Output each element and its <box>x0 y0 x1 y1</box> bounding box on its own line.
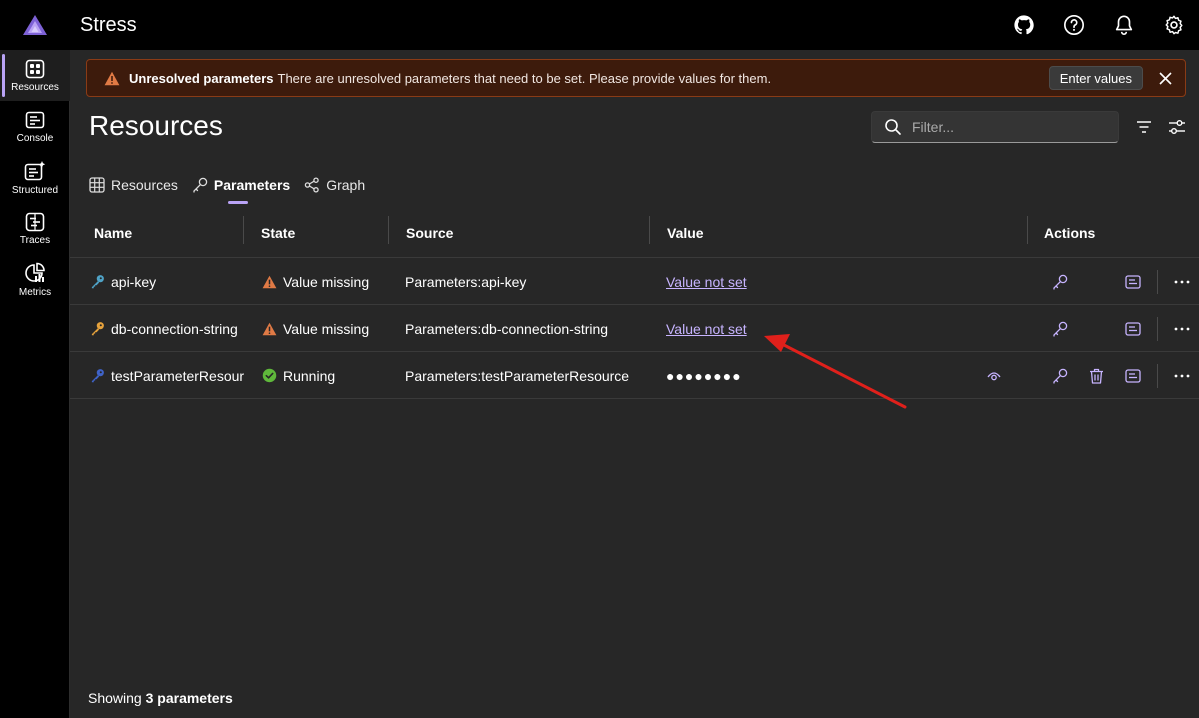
table-row: db-connection-string Value missing Param… <box>70 305 1199 352</box>
key-icon <box>89 321 105 337</box>
tab-label: Parameters <box>213 177 291 193</box>
enter-values-button[interactable]: Enter values <box>1048 66 1143 90</box>
tab-resources[interactable]: Resources <box>89 170 178 200</box>
sidebar-item-traces[interactable]: Traces <box>0 203 70 254</box>
grid-icon <box>25 59 45 78</box>
table-row: api-key Value missing Parameters:api-key… <box>70 258 1199 305</box>
gear-icon[interactable] <box>1149 0 1199 50</box>
warning-icon <box>103 69 121 87</box>
warning-icon <box>261 321 277 337</box>
metrics-icon <box>25 262 45 282</box>
key-icon <box>89 368 105 384</box>
tab-label: Resources <box>111 177 178 193</box>
sidebar-item-label: Structured <box>11 184 59 196</box>
sidebar-item-metrics[interactable]: Metrics <box>0 254 70 305</box>
sidebar-item-label: Console <box>16 132 54 144</box>
column-header-actions: Actions <box>1044 225 1096 241</box>
state-text: Running <box>283 367 336 384</box>
key-icon <box>193 177 208 193</box>
view-details-icon[interactable] <box>1123 319 1143 339</box>
unresolved-parameters-banner: Unresolved parameters There are unresolv… <box>86 59 1186 97</box>
value-not-set-link[interactable]: Value not set <box>666 274 747 290</box>
parameters-table: Name State Source Value Actions api-key … <box>70 208 1199 399</box>
settings-sliders-icon[interactable] <box>1166 116 1188 138</box>
state-text: Value missing <box>283 320 370 337</box>
column-header-state[interactable]: State <box>261 208 295 258</box>
key-action-icon[interactable] <box>1050 272 1070 292</box>
column-header-name[interactable]: Name <box>94 208 132 258</box>
column-header-value[interactable]: Value <box>667 208 704 258</box>
eye-icon[interactable] <box>984 366 1004 386</box>
tab-label: Graph <box>326 177 366 193</box>
traces-icon <box>25 212 45 231</box>
view-tabs: Resources Parameters Graph <box>89 170 379 204</box>
page-title: Resources <box>89 110 223 141</box>
sidebar-item-label: Metrics <box>18 286 52 298</box>
sidebar-item-console[interactable]: Console <box>0 101 70 152</box>
source-text: Parameters:db-connection-string <box>405 320 609 337</box>
top-bar: Stress <box>0 0 1199 50</box>
source-text: Parameters:api-key <box>405 273 527 290</box>
key-action-icon[interactable] <box>1050 366 1070 386</box>
filter-input[interactable] <box>912 119 1102 135</box>
state-text: Value missing <box>283 273 370 290</box>
parameter-name[interactable]: testParameterResource <box>111 368 244 384</box>
key-icon <box>89 274 105 290</box>
trash-icon[interactable] <box>1086 366 1106 386</box>
sidebar-item-label: Resources <box>11 81 59 93</box>
results-count: Showing 3 parameters <box>88 690 233 706</box>
key-action-icon[interactable] <box>1050 319 1070 339</box>
view-details-icon[interactable] <box>1123 366 1143 386</box>
help-icon[interactable] <box>1049 0 1099 50</box>
graph-share-icon <box>304 177 319 193</box>
main-content: Unresolved parameters There are unresolv… <box>70 50 1199 718</box>
masked-value: ●●●●●●●● <box>666 367 742 384</box>
banner-message: There are unresolved parameters that nee… <box>277 70 772 86</box>
close-icon[interactable] <box>1155 68 1175 88</box>
bell-icon[interactable] <box>1099 0 1149 50</box>
filter-box <box>871 111 1119 143</box>
more-options-icon[interactable] <box>1172 366 1192 386</box>
table-row: testParameterResource Running Parameters… <box>70 352 1199 399</box>
parameter-name[interactable]: api-key <box>111 274 156 290</box>
warning-icon <box>261 274 277 290</box>
sidebar-item-structured[interactable]: Structured <box>0 152 70 203</box>
table-header: Name State Source Value Actions <box>70 208 1199 258</box>
view-details-icon[interactable] <box>1123 272 1143 292</box>
sidebar-item-resources[interactable]: Resources <box>0 50 70 101</box>
table-icon <box>89 177 105 193</box>
parameter-name[interactable]: db-connection-string <box>111 321 238 337</box>
tab-graph[interactable]: Graph <box>304 170 365 200</box>
structured-icon <box>24 160 46 180</box>
github-icon[interactable] <box>999 0 1049 50</box>
sidebar-item-label: Traces <box>19 234 51 246</box>
more-options-icon[interactable] <box>1172 272 1192 292</box>
banner-title: Unresolved parameters <box>129 70 274 86</box>
filter-lines-icon[interactable] <box>1133 116 1155 138</box>
value-not-set-link[interactable]: Value not set <box>666 321 747 337</box>
sidebar-nav: Resources Console Structured Traces Metr… <box>0 50 70 718</box>
console-icon <box>25 111 45 128</box>
search-icon <box>885 119 901 135</box>
more-options-icon[interactable] <box>1172 319 1192 339</box>
check-circle-icon <box>261 368 277 384</box>
column-header-source[interactable]: Source <box>406 208 453 258</box>
source-text: Parameters:testParameterResource <box>405 367 630 384</box>
tab-parameters[interactable]: Parameters <box>192 170 291 204</box>
app-logo-icon[interactable] <box>0 0 70 50</box>
app-title[interactable]: Stress <box>80 14 137 37</box>
